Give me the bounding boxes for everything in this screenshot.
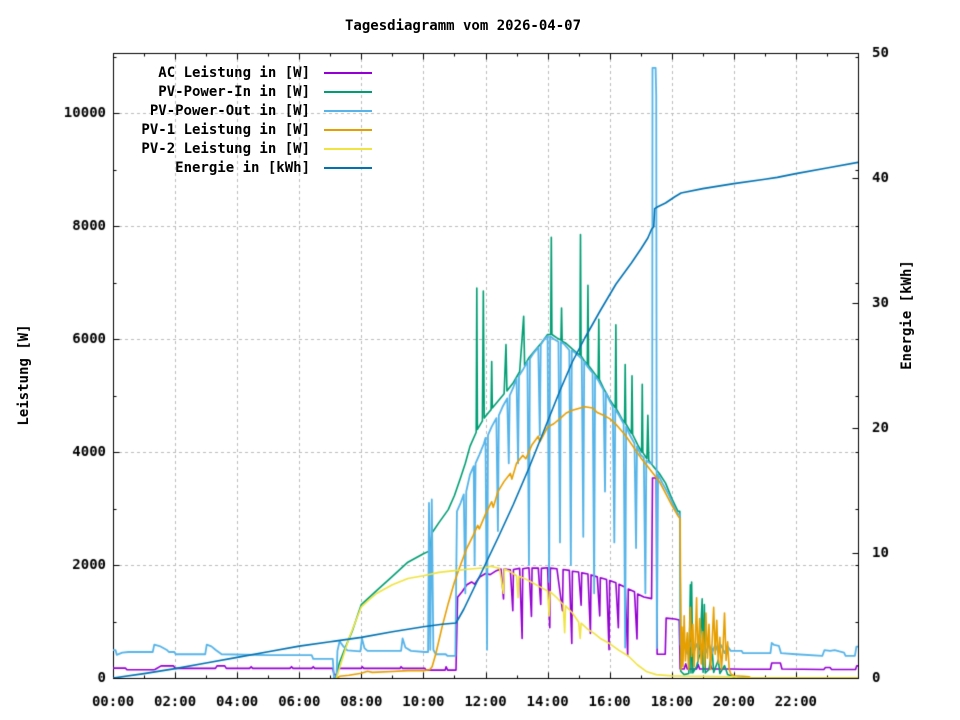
legend-row-0: AC Leistung in [W] [113, 63, 372, 82]
legend-row-1: PV-Power-In in [W] [113, 82, 372, 101]
legend-line-sample [324, 109, 372, 112]
tagesdiagramm-page: Tagesdiagramm vom 2026-04-07 Leistung [W… [0, 0, 960, 720]
legend-label: PV-2 Leistung in [W] [141, 140, 310, 157]
legend-line-sample [324, 90, 372, 93]
legend-label: Energie in [kWh] [175, 159, 310, 176]
legend-label: AC Leistung in [W] [158, 64, 310, 81]
legend-row-5: Energie in [kWh] [113, 158, 372, 177]
y-axis-label: Leistung [W] [16, 324, 32, 426]
legend-line-sample [324, 128, 372, 131]
legend-label: PV-1 Leistung in [W] [141, 121, 310, 138]
legend: AC Leistung in [W] PV-Power-In in [W] PV-P… [113, 63, 372, 177]
legend-line-sample [324, 147, 372, 150]
legend-label: PV-Power-In in [W] [158, 83, 310, 100]
chart-title: Tagesdiagramm vom 2026-04-07 [344, 18, 582, 34]
legend-line-sample [324, 166, 372, 169]
legend-row-2: PV-Power-Out in [W] [113, 101, 372, 120]
legend-row-3: PV-1 Leistung in [W] [113, 120, 372, 139]
legend-line-sample [324, 71, 372, 74]
y2-axis-label: Energie [kWh] [899, 260, 915, 370]
legend-label: PV-Power-Out in [W] [149, 102, 310, 119]
legend-row-4: PV-2 Leistung in [W] [113, 139, 372, 158]
